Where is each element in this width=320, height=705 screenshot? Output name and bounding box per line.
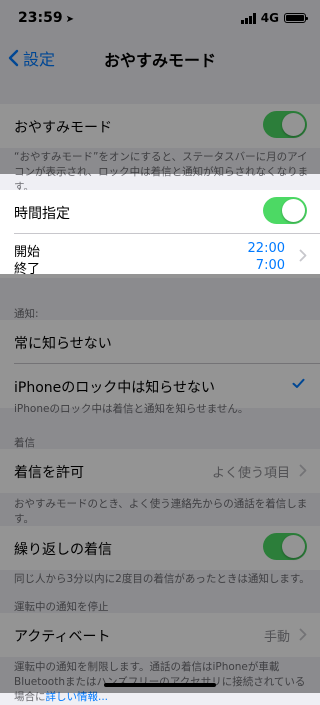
allow-calls-row[interactable]: 着信を許可 よく使う項目 bbox=[0, 449, 320, 493]
scheduled-group: 時間指定 開始 終了 22:00 7:00 bbox=[0, 190, 320, 278]
silence-footnote: iPhoneのロック中は着信と通知を知らせません。 bbox=[14, 403, 249, 415]
allow-calls-value: よく使う項目 bbox=[211, 466, 290, 481]
status-time-text: 23:59 bbox=[18, 10, 63, 26]
page-title: おやすみモード bbox=[103, 51, 216, 70]
activate-row[interactable]: アクティベート 手動 bbox=[0, 613, 320, 657]
phone-header: 着信 bbox=[14, 437, 35, 449]
silence-option-label: 常に知らせない bbox=[14, 336, 112, 352]
checkmark-icon bbox=[292, 378, 305, 388]
toggle-knob bbox=[282, 113, 305, 136]
toggle-knob bbox=[282, 535, 305, 558]
status-bar: 23:59 ➤ 4G bbox=[0, 0, 320, 38]
status-time: 23:59 ➤ bbox=[18, 10, 74, 26]
cellular-signal-icon bbox=[240, 12, 256, 24]
allow-calls-label: 着信を許可 bbox=[14, 465, 84, 481]
navigation-bar: 設定 おやすみモード bbox=[0, 38, 320, 78]
repeated-calls-footnote: 同じ人から3分以内に2度目の着信があったときは通知します。 bbox=[14, 573, 310, 585]
network-type: 4G bbox=[260, 11, 279, 25]
scheduled-toggle[interactable] bbox=[263, 197, 307, 224]
scheduled-label: 時間指定 bbox=[14, 206, 70, 222]
dnd-group: おやすみモード bbox=[0, 104, 320, 148]
dnd-toggle[interactable] bbox=[263, 111, 307, 138]
activate-label: アクティベート bbox=[14, 629, 111, 645]
chevron-right-icon bbox=[299, 464, 307, 477]
chevron-right-icon bbox=[299, 628, 307, 641]
scheduled-row: 時間指定 bbox=[0, 190, 320, 234]
home-indicator[interactable] bbox=[104, 683, 216, 687]
driving-group: アクティベート 手動 bbox=[0, 613, 320, 657]
allow-calls-group: 着信を許可 よく使う項目 bbox=[0, 449, 320, 493]
start-time: 22:00 bbox=[247, 241, 285, 256]
silence-option-always[interactable]: 常に知らせない bbox=[0, 320, 320, 364]
repeated-calls-toggle[interactable] bbox=[263, 533, 307, 560]
repeated-calls-label: 繰り返しの着信 bbox=[14, 542, 112, 558]
driving-header: 運転中の通知を停止 bbox=[14, 601, 109, 613]
end-label: 終了 bbox=[14, 262, 41, 277]
status-indicators: 4G bbox=[240, 11, 308, 25]
toggle-knob bbox=[282, 199, 305, 222]
dnd-row: おやすみモード bbox=[0, 104, 320, 148]
silence-option-label: iPhoneのロック中は知らせない bbox=[14, 380, 215, 396]
chevron-right-icon bbox=[299, 249, 307, 262]
silence-group: 常に知らせない iPhoneのロック中は知らせない bbox=[0, 320, 320, 408]
repeated-calls-group: 繰り返しの着信 bbox=[0, 526, 320, 570]
allow-calls-footnote: おやすみモードのとき、よく使う連絡先からの通話を着信します。 bbox=[14, 498, 308, 525]
schedule-times-row[interactable]: 開始 終了 22:00 7:00 bbox=[0, 234, 320, 278]
battery-icon bbox=[284, 13, 308, 23]
dnd-footnote: “おやすみモード”をオンにすると、ステータスバーに月のアイコンが表示され、ロック… bbox=[14, 151, 309, 193]
repeated-calls-row: 繰り返しの着信 bbox=[0, 526, 320, 570]
location-arrow-icon: ➤ bbox=[65, 14, 74, 25]
end-time: 7:00 bbox=[255, 258, 285, 273]
activate-value: 手動 bbox=[263, 630, 290, 645]
silence-header: 通知: bbox=[14, 308, 39, 320]
dnd-label: おやすみモード bbox=[14, 120, 112, 136]
